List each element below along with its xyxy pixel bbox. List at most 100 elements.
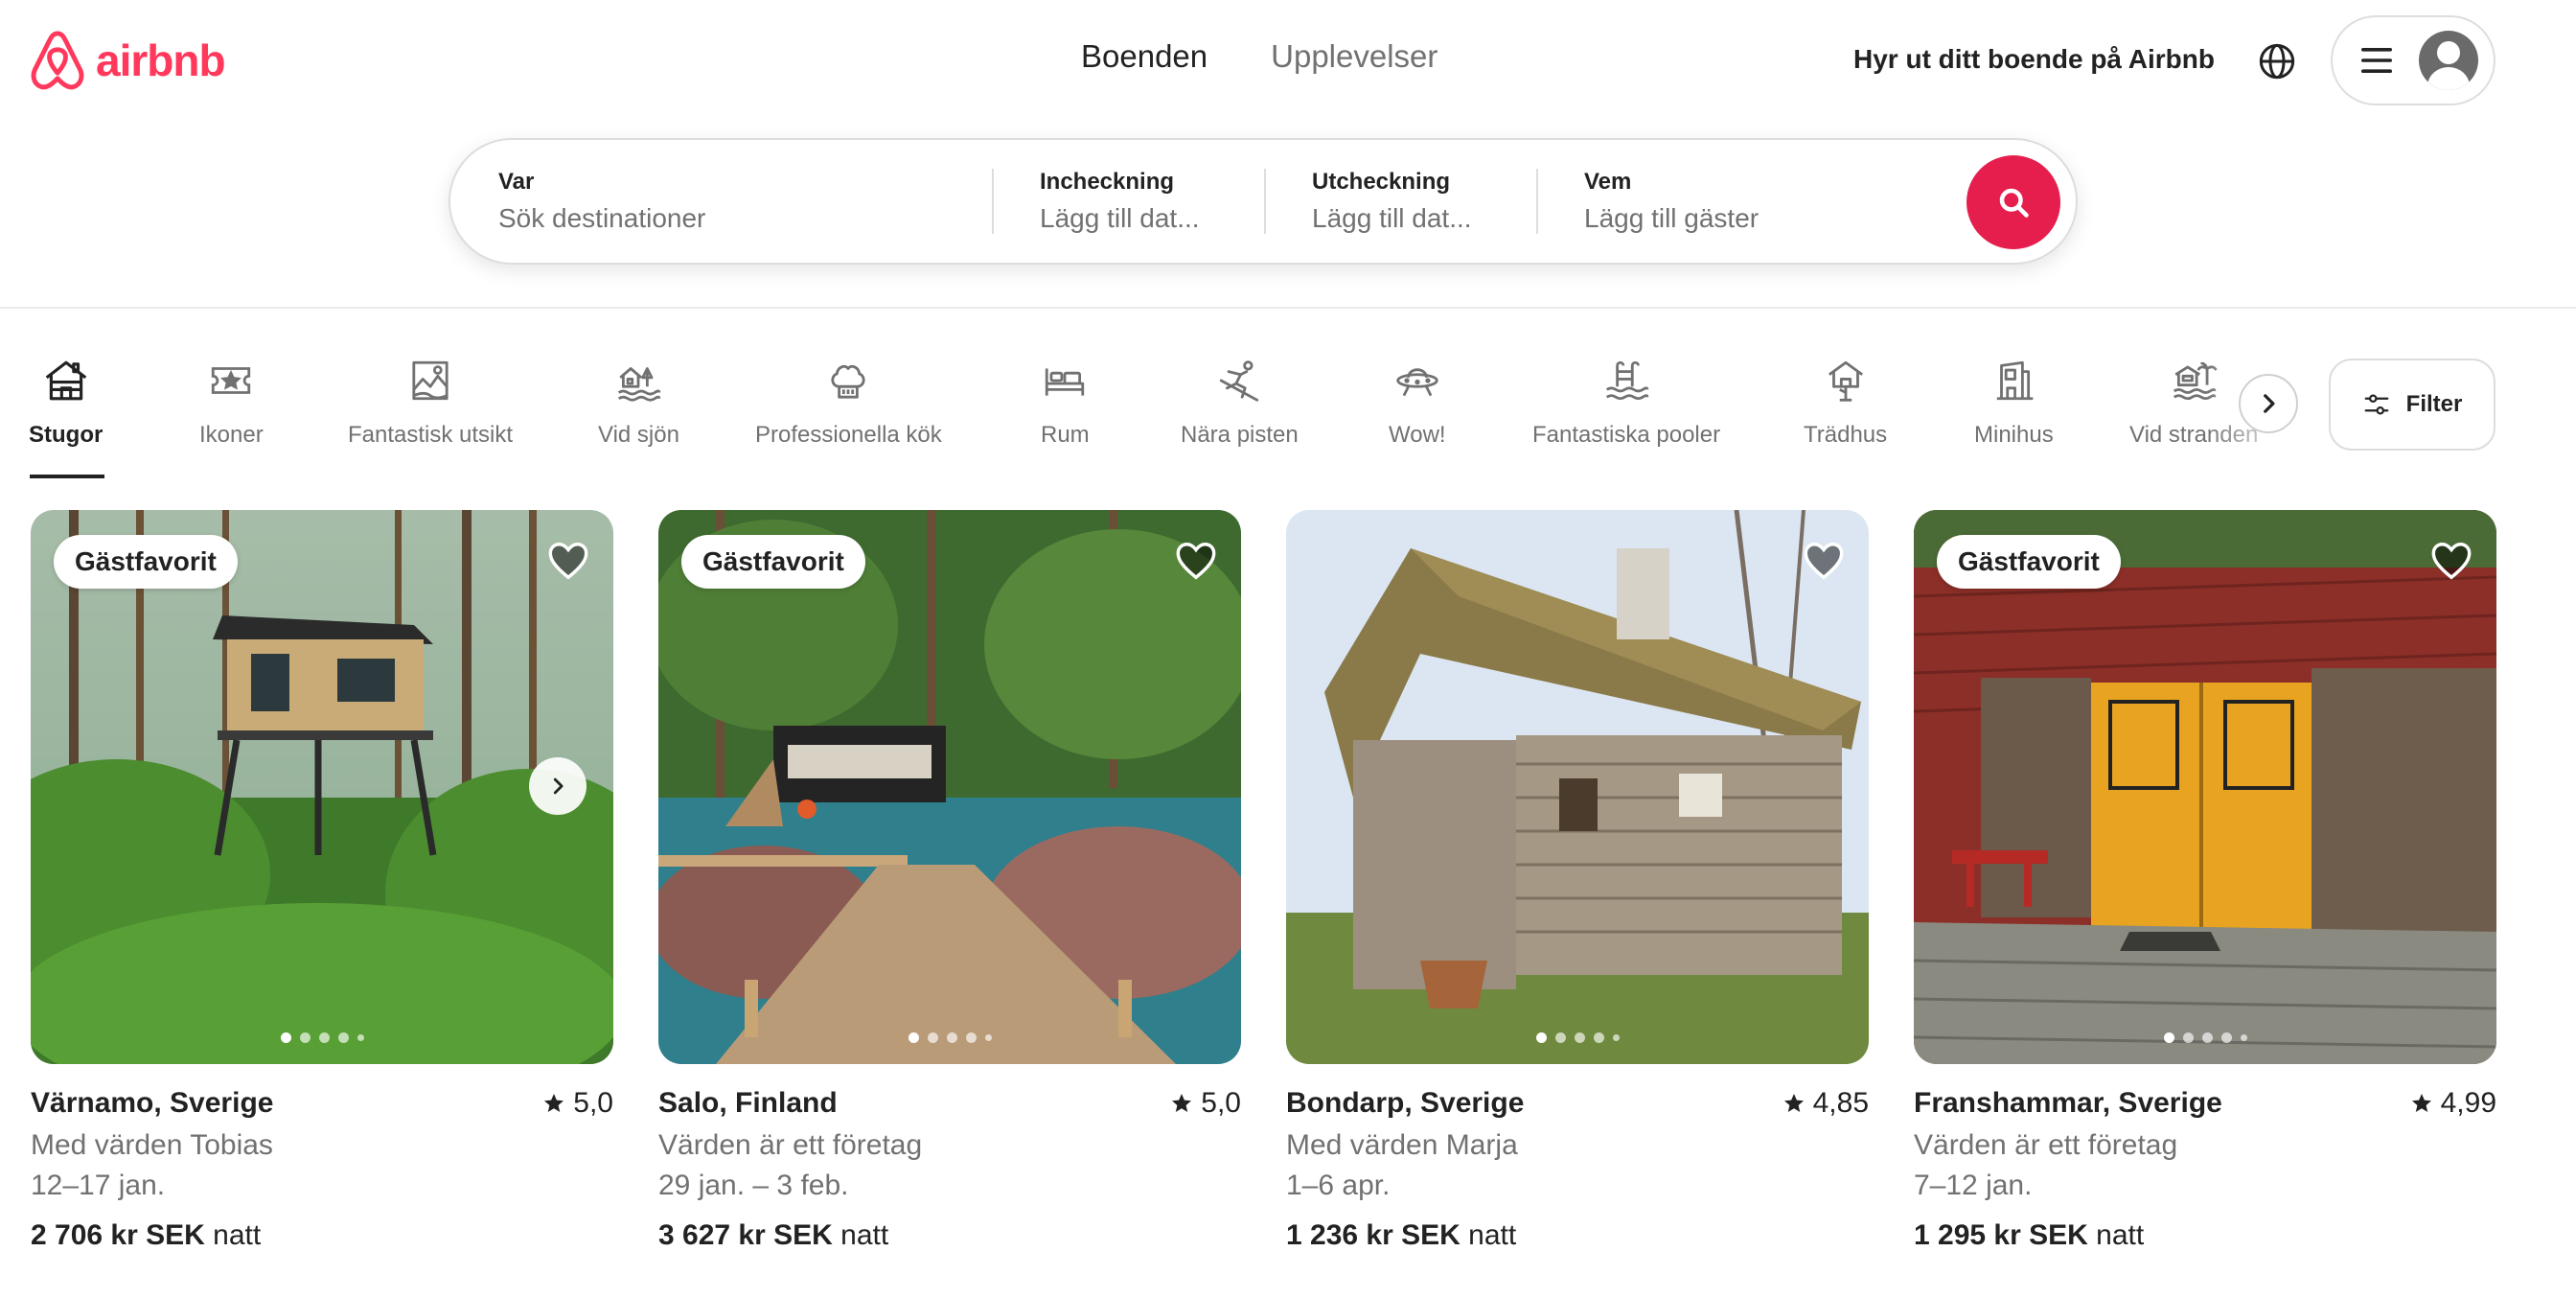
category-label: Trädhus <box>1804 422 1888 448</box>
tab-upplevelser[interactable]: Upplevelser <box>1271 38 1438 75</box>
category-label: Wow! <box>1389 422 1446 448</box>
user-menu-button[interactable] <box>2331 15 2496 105</box>
image-dot <box>356 1034 364 1041</box>
rating-value: 4,99 <box>2440 1087 2496 1119</box>
image-dot <box>1612 1034 1620 1041</box>
listing-card[interactable]: Gästfavorit Franshammar, Sverige 4,99 Vä… <box>1914 510 2496 1252</box>
category-stugor[interactable]: Stugor <box>29 357 103 449</box>
listing-host: Med värden Tobias <box>31 1129 273 1161</box>
menu-icon <box>2361 48 2392 73</box>
image-dot <box>946 1032 957 1043</box>
image-dot <box>2163 1032 2174 1043</box>
heart-icon[interactable] <box>1174 539 1218 583</box>
category-fantastiska-pooler[interactable]: Fantastiska pooler <box>1532 357 1720 449</box>
airbnb-logo[interactable]: airbnb <box>29 29 226 92</box>
ticket-icon <box>212 367 251 394</box>
search-checkout-input[interactable]: Lägg till dat... <box>1312 203 1536 234</box>
image-dot <box>1574 1032 1585 1043</box>
category-professionella-kok[interactable]: Professionella kök <box>755 357 942 449</box>
listing-card[interactable]: Bondarp, Sverige 4,85 Med värden Marja 1… <box>1286 510 1869 1252</box>
image-dots <box>1286 1032 1869 1043</box>
listing-host: Värden är ett företag <box>1914 1129 2178 1161</box>
listing-photo <box>31 510 613 1064</box>
category-label: Nära pisten <box>1181 422 1299 448</box>
price-unit: natt <box>1468 1219 1517 1251</box>
listing-dates: 12–17 jan. <box>31 1170 166 1201</box>
search-bar: Var Sök destinationer Incheckning Lägg t… <box>448 138 2078 265</box>
search-checkin-field[interactable]: Incheckning Lägg till dat... <box>994 140 1264 263</box>
lake-icon <box>618 367 661 402</box>
ufo-icon <box>1396 368 1438 397</box>
search-where-input[interactable]: Sök destinationer <box>498 203 992 234</box>
image-dot <box>299 1032 310 1043</box>
listing-image[interactable]: Gästfavorit <box>1914 510 2496 1064</box>
listing-location: Värnamo, Sverige <box>31 1087 274 1119</box>
listing-card[interactable]: Gästfavorit Salo, Finland 5,0 Värden är … <box>658 510 1241 1252</box>
price-amount: 2 706 kr SEK <box>31 1219 205 1251</box>
price-unit: natt <box>2096 1219 2145 1251</box>
category-rum[interactable]: Rum <box>1041 357 1090 449</box>
image-dot <box>337 1032 349 1043</box>
image-dot <box>280 1032 291 1043</box>
heart-icon[interactable] <box>2429 539 2473 583</box>
filter-label: Filter <box>2405 391 2463 417</box>
search-checkin-input[interactable]: Lägg till dat... <box>1040 203 1264 234</box>
treehouse-icon <box>1828 360 1863 402</box>
listing-location: Salo, Finland <box>658 1087 838 1119</box>
rating-value: 5,0 <box>573 1087 613 1119</box>
guest-favorite-badge: Gästfavorit <box>681 535 865 589</box>
chef-hat-icon <box>831 364 865 399</box>
filter-button[interactable]: Filter <box>2329 359 2496 451</box>
star-icon <box>544 1094 564 1112</box>
category-ikoner[interactable]: Ikoner <box>199 357 264 449</box>
listing-dates: 29 jan. – 3 feb. <box>658 1170 849 1201</box>
price-unit: natt <box>213 1219 262 1251</box>
cabin-icon <box>45 360 86 401</box>
become-host-link[interactable]: Hyr ut ditt boende på Airbnb <box>1853 44 2215 75</box>
logo-text: airbnb <box>96 35 226 85</box>
price-amount: 1 236 kr SEK <box>1286 1219 1460 1251</box>
listing-info: Salo, Finland 5,0 Värden är ett företag … <box>658 1087 1241 1252</box>
heart-icon[interactable] <box>1802 539 1846 583</box>
image-dot <box>984 1034 992 1041</box>
sliders-icon <box>2364 394 2389 415</box>
category-vid-sjon[interactable]: Vid sjön <box>598 357 679 449</box>
view-icon <box>412 360 448 401</box>
price-amount: 3 627 kr SEK <box>658 1219 833 1251</box>
category-next-button[interactable] <box>2239 374 2298 433</box>
search-checkout-field[interactable]: Utcheckning Lägg till dat... <box>1266 140 1536 263</box>
listing-card[interactable]: Gästfavorit Värnamo, Sverige 5,0 Med vär… <box>31 510 613 1252</box>
image-dots <box>1914 1032 2496 1043</box>
listing-image[interactable] <box>1286 510 1869 1064</box>
tab-boenden[interactable]: Boenden <box>1081 38 1208 75</box>
listing-photo <box>658 510 1241 1064</box>
image-next-button[interactable] <box>529 757 586 815</box>
language-button[interactable] <box>2258 42 2296 81</box>
heart-icon[interactable] <box>546 539 590 583</box>
bed-icon <box>1046 368 1085 396</box>
listing-host: Värden är ett företag <box>658 1129 923 1161</box>
search-where-field[interactable]: Var Sök destinationer <box>450 140 992 263</box>
listing-info: Franshammar, Sverige 4,99 Värden är ett … <box>1914 1087 2496 1252</box>
globe-icon <box>2259 43 2295 80</box>
category-label: Minihus <box>1974 422 2054 448</box>
chevron-right-icon <box>2264 394 2275 413</box>
image-dot <box>2240 1034 2247 1041</box>
category-label: Professionella kök <box>755 422 942 448</box>
search-button[interactable] <box>1966 155 2060 249</box>
search-checkin-label: Incheckning <box>1040 169 1175 195</box>
listing-info: Bondarp, Sverige 4,85 Med värden Marja 1… <box>1286 1087 1869 1252</box>
category-wow[interactable]: Wow! <box>1389 357 1446 449</box>
category-minihus[interactable]: Minihus <box>1974 357 2054 449</box>
price-amount: 1 295 kr SEK <box>1914 1219 2088 1251</box>
guest-favorite-badge: Gästfavorit <box>1937 535 2121 589</box>
listing-image[interactable]: Gästfavorit <box>31 510 613 1064</box>
category-nara-pisten[interactable]: Nära pisten <box>1181 357 1299 449</box>
listing-price: 1 295 kr SEK natt <box>1914 1219 2496 1252</box>
listing-dates: 7–12 jan. <box>1914 1170 2033 1201</box>
listing-price: 1 236 kr SEK natt <box>1286 1219 1869 1252</box>
category-fantastisk-utsikt[interactable]: Fantastisk utsikt <box>348 357 513 449</box>
category-tradhus[interactable]: Trädhus <box>1804 357 1887 449</box>
category-label: Stugor <box>29 422 104 448</box>
listing-image[interactable]: Gästfavorit <box>658 510 1241 1064</box>
